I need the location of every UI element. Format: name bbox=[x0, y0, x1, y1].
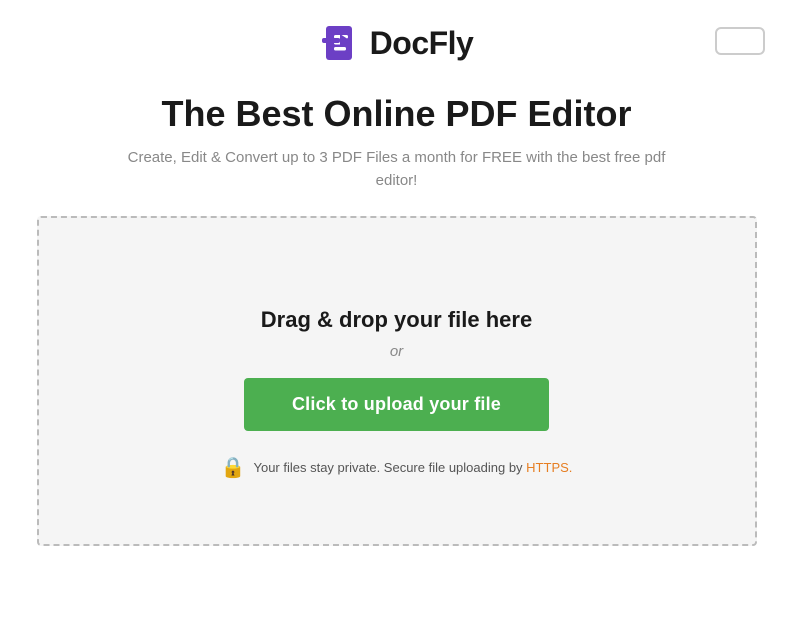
security-prefix: Your files stay private. Secure file upl… bbox=[253, 460, 526, 475]
upload-button[interactable]: Click to upload your file bbox=[244, 378, 549, 431]
drag-drop-label: Drag & drop your file here bbox=[261, 307, 532, 333]
or-label: or bbox=[390, 343, 403, 360]
hero-title: The Best Online PDF Editor bbox=[107, 92, 687, 135]
header-action-button[interactable] bbox=[715, 27, 765, 55]
https-link[interactable]: HTTPS. bbox=[526, 460, 572, 475]
logo-text: DocFly bbox=[370, 25, 474, 62]
hero-section: The Best Online PDF Editor Create, Edit … bbox=[67, 82, 727, 216]
security-notice: 🔒 Your files stay private. Secure file u… bbox=[221, 455, 573, 480]
hero-subtitle: Create, Edit & Convert up to 3 PDF Files… bbox=[107, 147, 687, 192]
header: DocFly bbox=[0, 0, 793, 82]
lock-icon: 🔒 bbox=[221, 455, 246, 480]
upload-drop-zone[interactable]: Drag & drop your file here or Click to u… bbox=[37, 216, 757, 546]
security-text: Your files stay private. Secure file upl… bbox=[253, 460, 572, 475]
docfly-logo-icon bbox=[320, 22, 362, 64]
logo: DocFly bbox=[320, 22, 474, 64]
